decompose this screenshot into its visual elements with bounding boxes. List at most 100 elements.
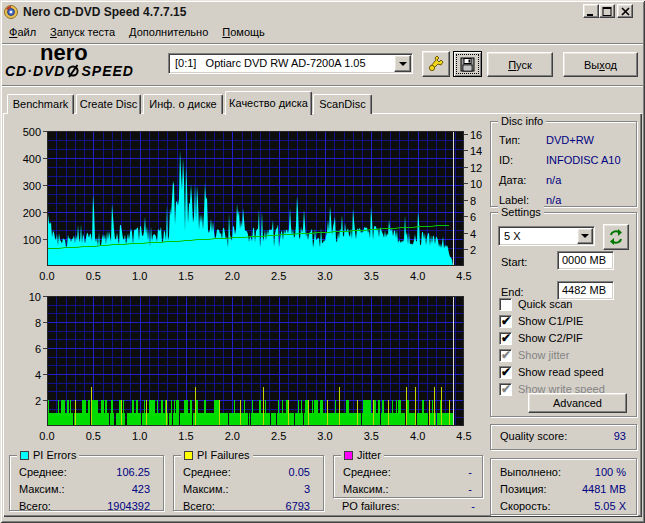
nero-logo: nero	[40, 44, 88, 61]
start-field-label: Start:	[501, 256, 527, 268]
speed-select[interactable]: 5 X	[498, 226, 595, 246]
checkbox-show-c2-pif[interactable]: ✔	[499, 332, 512, 345]
save-selection-marquee	[456, 54, 479, 74]
svg-text:4: 4	[35, 369, 41, 381]
checkbox-quick-scan[interactable]	[499, 298, 512, 311]
svg-text:16: 16	[470, 129, 482, 141]
svg-text:200: 200	[23, 207, 41, 219]
checkbox-show-write-speed[interactable]: ✔	[499, 383, 512, 396]
nero-logo-sub: CD·DVD SPEED	[5, 63, 134, 79]
tab-качество-диска[interactable]: Качество диска	[225, 91, 312, 115]
start-field[interactable]: 0000 MB	[557, 251, 614, 270]
tab-инф-о-диске[interactable]: Инф. о диске	[143, 94, 223, 114]
svg-text:10: 10	[470, 178, 482, 190]
info-row: ID:INFODISC A10	[499, 154, 632, 167]
start-field-value: 0000 MB	[562, 254, 606, 266]
pie-errors-chart: 1002003004005002468101214160.00.51.01.52…	[10, 118, 482, 282]
stat-title: Jitter	[341, 449, 384, 461]
svg-text:0.0: 0.0	[39, 430, 54, 442]
disc-glyph	[66, 64, 80, 78]
save-button[interactable]	[453, 51, 482, 77]
stat-title: PI Errors	[17, 449, 79, 461]
end-field-value: 4482 MB	[562, 284, 606, 296]
checkbox-show-jitter[interactable]: ✔	[499, 349, 512, 362]
minimize-button[interactable]	[583, 4, 599, 18]
info-row: Всего:1904392	[19, 500, 150, 513]
quality-score-label: Quality score:	[500, 430, 567, 442]
tab-benchmark[interactable]: Benchmark	[7, 94, 74, 114]
info-row: Позиция:4481 MB	[500, 483, 626, 496]
svg-text:2: 2	[35, 395, 41, 407]
advanced-button-label: Advanced	[553, 397, 602, 409]
svg-text:2.5: 2.5	[271, 270, 286, 282]
svg-text:3.5: 3.5	[364, 270, 379, 282]
svg-text:0.5: 0.5	[86, 430, 101, 442]
svg-text:2.0: 2.0	[225, 430, 240, 442]
svg-text:2.5: 2.5	[271, 430, 286, 442]
exit-button[interactable]: Выход	[563, 52, 638, 77]
pi-failures-group: PI FailuresСреднее:0.05Максим.:3Всего:67…	[173, 455, 324, 511]
info-row: Максим.:-	[343, 483, 472, 496]
maximize-button[interactable]	[599, 4, 615, 18]
svg-text:3.0: 3.0	[317, 270, 332, 282]
settings-group: Settings 5 X Start: 0000 MB End: 4482 MB…	[490, 212, 637, 417]
menu-item-2[interactable]: Дополнительно	[122, 23, 215, 41]
checkbox-label: Quick scan	[518, 298, 572, 310]
svg-text:4: 4	[470, 228, 476, 240]
quality-score-panel: Quality score: 93	[490, 424, 637, 450]
info-row: Дата:n/a	[499, 174, 632, 187]
refresh-button[interactable]	[603, 224, 629, 250]
info-row: Выполнено:100 %	[500, 466, 626, 479]
checkbox-show-read-speed[interactable]: ✔	[499, 366, 512, 379]
chevron-down-icon	[581, 234, 589, 242]
advanced-button[interactable]: Advanced	[528, 393, 627, 413]
checkbox-show-c1-pie[interactable]: ✔	[499, 315, 512, 328]
menu-item-0[interactable]: Файл	[2, 23, 43, 41]
svg-text:300: 300	[23, 180, 41, 192]
svg-text:4.0: 4.0	[410, 270, 425, 282]
info-row: Максим.:423	[19, 483, 150, 496]
disc-info-group: Disc info Тип:DVD+RWID:INFODISC A10Дата:…	[490, 121, 637, 207]
speed-select-value: 5 X	[504, 230, 521, 242]
separator	[2, 43, 643, 45]
app-icon	[4, 5, 18, 19]
eject-tools-button[interactable]	[422, 51, 450, 77]
info-row: Всего:6793	[183, 500, 310, 513]
pi-errors-group: PI ErrorsСреднее:106.25Максим.:423Всего:…	[9, 455, 164, 511]
svg-text:100: 100	[23, 234, 41, 246]
close-button[interactable]	[617, 4, 633, 18]
progress-panel: Выполнено:100 % Позиция:4481 MB Скорость:5…	[490, 458, 637, 515]
svg-text:6: 6	[470, 211, 476, 223]
end-field-label: End:	[501, 286, 524, 298]
speed-select-dropdown[interactable]	[577, 228, 593, 244]
drive-select-dropdown[interactable]	[394, 55, 411, 72]
svg-text:4.5: 4.5	[456, 430, 471, 442]
info-row: Скорость:5.05 X	[500, 500, 626, 513]
checkbox-label: Show C2/PIF	[518, 332, 583, 344]
info-row: Среднее:0.05	[183, 466, 310, 479]
svg-text:12: 12	[470, 162, 482, 174]
svg-text:2.0: 2.0	[225, 270, 240, 282]
checkbox-label: Show C1/PIE	[518, 315, 583, 327]
tools-icon	[427, 55, 445, 73]
stat-title: PI Failures	[181, 449, 253, 461]
info-row: Среднее:-	[343, 466, 472, 479]
svg-text:6: 6	[35, 343, 41, 355]
app-window: Nero CD-DVD Speed 4.7.7.15 ФайлЗапуск те…	[0, 0, 645, 523]
refresh-icon	[608, 229, 624, 245]
tab-scandisc[interactable]: ScanDisc	[313, 94, 372, 114]
po-failures-row: PO failures:-	[342, 500, 475, 513]
chevron-down-icon	[399, 62, 407, 70]
legend-swatch-icon	[184, 451, 193, 460]
info-row: Среднее:106.25	[19, 466, 150, 479]
svg-text:4.5: 4.5	[456, 270, 471, 282]
info-row: Тип:DVD+RW	[499, 134, 632, 147]
menu-item-1[interactable]: Запуск теста	[43, 23, 122, 41]
drive-select[interactable]: [0:1] Optiarc DVD RW AD-7200A 1.05	[168, 53, 413, 74]
start-button[interactable]: Пуск	[487, 52, 553, 77]
tab-create-disc[interactable]: Create Disc	[76, 94, 141, 114]
window-title: Nero CD-DVD Speed 4.7.7.15	[23, 5, 186, 19]
menu-item-3[interactable]: Помощь	[215, 23, 272, 41]
checkbox-label: Show jitter	[518, 349, 569, 361]
svg-text:3.0: 3.0	[317, 430, 332, 442]
